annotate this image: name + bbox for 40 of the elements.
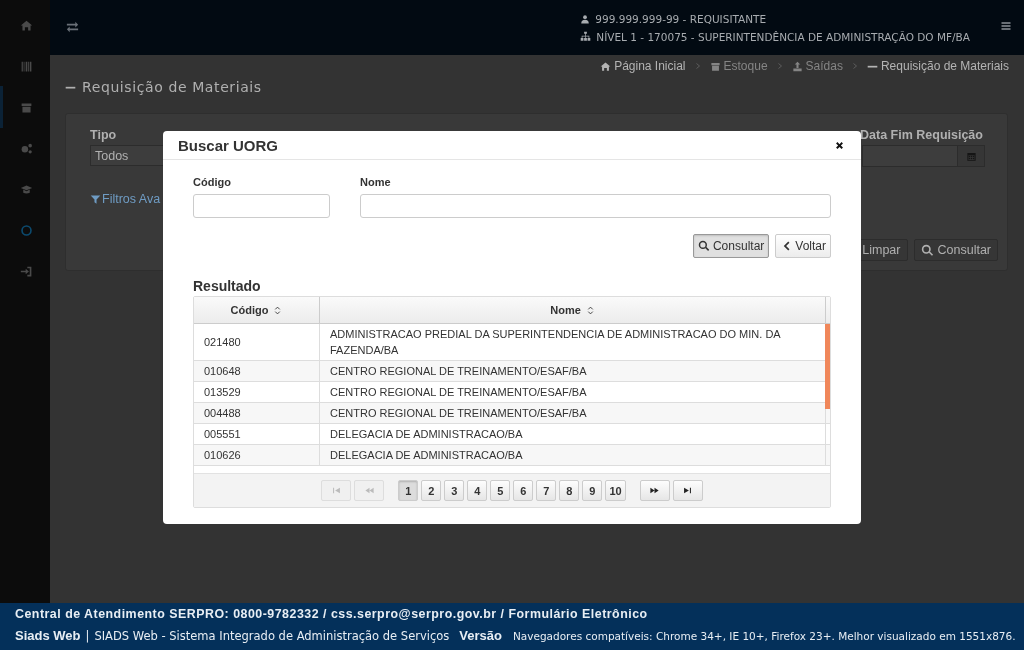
column-header[interactable]: Código bbox=[194, 297, 320, 323]
page-button[interactable]: 7 bbox=[536, 480, 557, 501]
table-cell: DELEGACIA DE ADMINISTRACAO/BA bbox=[320, 445, 826, 465]
table-cell: DELEGACIA DE ADMINISTRACAO/BA bbox=[320, 424, 826, 444]
version-label: Versão bbox=[459, 628, 502, 643]
app-name: Siads Web bbox=[15, 628, 81, 643]
table-cell: 021480 bbox=[194, 324, 320, 360]
table-cell: 013529 bbox=[194, 382, 320, 402]
field-label: Nome bbox=[360, 176, 392, 188]
page-button[interactable]: 9 bbox=[582, 480, 603, 501]
page-button[interactable]: 2 bbox=[421, 480, 442, 501]
advanced-filters-link[interactable]: Filtros Ava bbox=[90, 192, 161, 206]
filter-label: Tipo bbox=[90, 128, 117, 142]
user-info: 999.999.999-99 - REQUISITANTE bbox=[595, 12, 767, 25]
page-button[interactable]: 4 bbox=[467, 480, 488, 501]
breadcrumb-link[interactable]: Requisição de Materiais bbox=[880, 59, 1009, 73]
page-button[interactable]: 8 bbox=[559, 480, 580, 501]
column-header[interactable]: Nome bbox=[320, 297, 826, 323]
app-full-name: SIADS Web - Sistema Integrado de Administração de Serviços bbox=[94, 629, 450, 643]
page-button[interactable]: 5 bbox=[490, 480, 511, 501]
table-cell: 010648 bbox=[194, 361, 320, 381]
result-title: Resultado bbox=[193, 278, 262, 294]
table-cell: 004488 bbox=[194, 403, 320, 423]
page-button[interactable]: 10 bbox=[605, 480, 626, 501]
browser-info: Navegadores compatíveis: Chrome 34+, IE 10+, Firefox 23+. Melhor visualizado em 1551x876. bbox=[512, 630, 1016, 642]
table-cell: 005551 bbox=[194, 424, 320, 444]
separator-text: | bbox=[85, 629, 90, 643]
filter-label: Data Fim Requisição bbox=[860, 128, 983, 142]
page-button[interactable]: 3 bbox=[444, 480, 465, 501]
contact-info: Central de Atendimento SERPRO: 0800-9782332 / css.serpro@serpro.gov.br / Formulário Eletrônico bbox=[15, 607, 649, 621]
table-cell: 010626 bbox=[194, 445, 320, 465]
page-title: Requisição de Materiais bbox=[82, 79, 262, 95]
search-button[interactable]: Consultar bbox=[913, 239, 998, 261]
page-button[interactable]: 6 bbox=[513, 480, 534, 501]
breadcrumb-link[interactable]: Página Inicial bbox=[614, 59, 686, 73]
back-button[interactable]: Voltar bbox=[775, 234, 831, 258]
page-button[interactable]: 1 bbox=[398, 480, 419, 501]
field-label: Código bbox=[193, 176, 232, 188]
unit-info: NÍVEL 1 - 170075 - SUPERINTENDÊNCIA DE ADMINISTRAÇÃO DO MF/BA bbox=[596, 30, 970, 43]
search-button[interactable]: Consultar bbox=[692, 234, 770, 258]
